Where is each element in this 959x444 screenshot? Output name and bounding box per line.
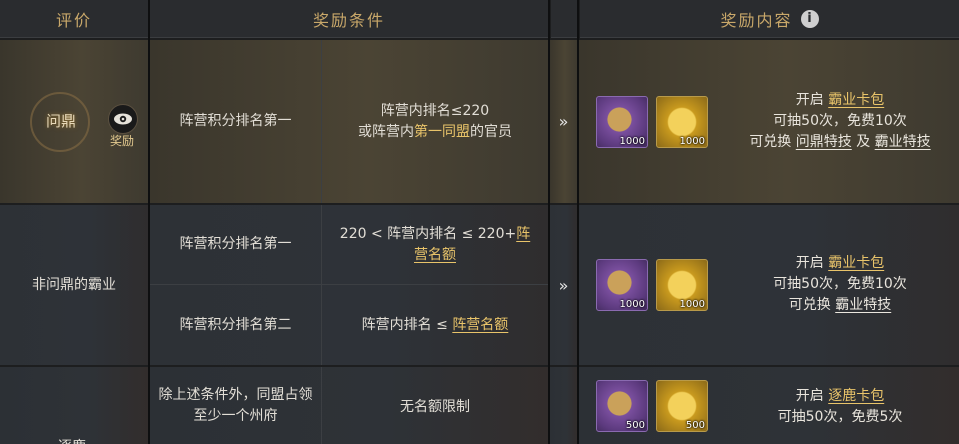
header-conditions: 奖励条件	[150, 0, 548, 38]
row-zhulu-arrow-cell	[550, 367, 577, 444]
rank-label: 问鼎	[46, 112, 77, 130]
item-quantity: 1000	[619, 136, 645, 147]
rank-emblem-wending: 问鼎 奖励	[30, 92, 140, 154]
purple-orb-item-icon[interactable]: 1000	[596, 259, 648, 311]
card-pack-link[interactable]: 逐鹿卡包	[828, 388, 884, 404]
header-arrow-column	[551, 0, 577, 38]
purple-orb-item-icon[interactable]: 1000	[596, 96, 648, 148]
reward-description: 开启 霸业卡包 可抽50次，免费10次 可兑换 霸业特技	[773, 255, 907, 313]
skill-link[interactable]: 霸业特技	[875, 134, 931, 150]
gold-coin-item-icon[interactable]: 1000	[656, 259, 708, 311]
condition-score-rank: 阵营积分排名第一	[150, 205, 322, 284]
item-quantity: 1000	[679, 136, 705, 147]
card-pack-link[interactable]: 霸业卡包	[828, 255, 884, 271]
header-evaluation: 评价	[0, 0, 148, 38]
view-reward-button[interactable]	[108, 104, 138, 134]
reward-description: 开启 逐鹿卡包 可抽50次，免费5次	[777, 388, 903, 425]
rank-label: 逐鹿	[58, 436, 86, 444]
purple-orb-item-icon[interactable]: 500	[596, 380, 648, 432]
rank-label: 非问鼎的霸业	[32, 276, 116, 293]
reward-description: 开启 霸业卡包 可抽50次，免费10次 可兑换 问鼎特技 及 霸业特技	[749, 92, 931, 150]
view-reward-label: 奖励	[110, 134, 135, 148]
item-quantity: 1000	[679, 299, 705, 310]
item-quantity: 1000	[619, 299, 645, 310]
condition-camp-rank: 阵营内排名≤220 或阵营内第一同盟的官员	[358, 102, 512, 140]
condition-quota: 无名额限制	[400, 399, 470, 415]
gold-coin-item-icon[interactable]: 1000	[656, 96, 708, 148]
card-pack-link[interactable]: 霸业卡包	[828, 92, 884, 108]
header-rewards: 奖励内容 i	[580, 0, 959, 38]
skill-link[interactable]: 霸业特技	[835, 297, 891, 313]
info-icon[interactable]: i	[800, 9, 819, 28]
condition-camp-rank: 220 < 阵营内排名 ≤ 220+阵 营名额	[339, 225, 531, 263]
eye-icon	[114, 113, 132, 125]
item-quantity: 500	[625, 420, 645, 431]
row-zhulu-eval	[0, 367, 148, 444]
gold-coin-item-icon[interactable]: 500	[656, 380, 708, 432]
arrow-icon: »	[558, 112, 569, 131]
condition-camp-rank: 阵营内排名 ≤ 阵营名额	[361, 316, 509, 333]
arrow-icon: »	[558, 275, 569, 295]
condition-territory: 除上述条件外，同盟占领 至少一个州府	[150, 367, 322, 444]
condition-score-rank: 阵营积分排名第二	[150, 285, 322, 365]
item-quantity: 500	[685, 420, 705, 431]
condition-score-rank: 阵营积分排名第一	[150, 40, 322, 203]
skill-link[interactable]: 问鼎特技	[796, 134, 852, 150]
